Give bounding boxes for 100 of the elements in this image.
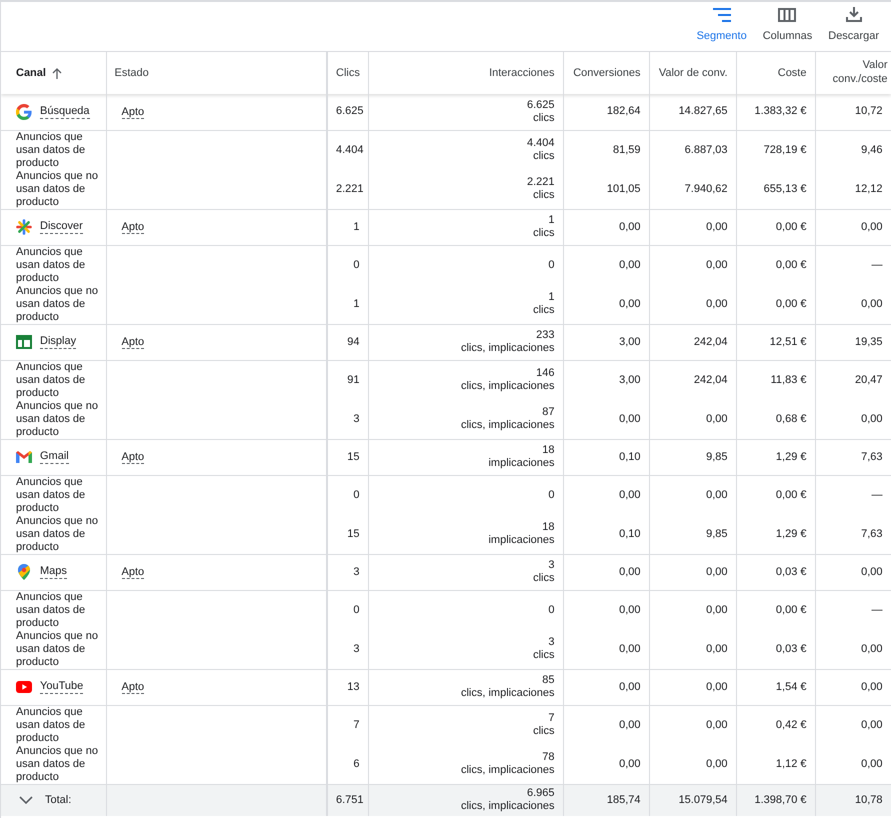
interaction-count: 78: [541, 751, 554, 764]
table-cell: 10,78: [854, 794, 882, 806]
status-text[interactable]: Apto: [122, 450, 144, 464]
interaction-type: clics: [532, 150, 554, 163]
interaction-count: 18: [541, 444, 554, 457]
segment-label: Anuncios que usan datos de producto: [16, 706, 86, 744]
table-cell: 12,12: [854, 182, 882, 194]
table-cell: 4.404: [336, 144, 364, 156]
table-cell: 1.383,32 €: [754, 105, 806, 118]
status-text[interactable]: Apto: [122, 220, 144, 234]
interaction-type: clics: [532, 189, 554, 202]
segment-label: Anuncios que no usan datos de producto: [16, 284, 98, 322]
table-cell: 0,00: [861, 412, 882, 424]
table-cell: 0,00: [706, 642, 728, 654]
table-cell: 15.079,54: [678, 794, 728, 806]
column-header[interactable]: Clics: [336, 66, 360, 80]
table-cell: 0,68 €: [776, 412, 806, 424]
table-cell: 1,29 €: [776, 450, 806, 462]
channel-link[interactable]: Display: [40, 335, 76, 349]
table-cell: 0,00: [861, 566, 882, 578]
table-cell: 13: [347, 680, 360, 692]
table-cell: 19,35: [854, 336, 882, 348]
channel-link[interactable]: Gmail: [40, 450, 69, 464]
table-cell: 0: [353, 258, 360, 270]
interaction-count: 87: [541, 406, 554, 419]
table-cell: 3,00: [619, 336, 640, 348]
video-logo-icon: [16, 681, 32, 693]
interaction-count: 3: [547, 636, 554, 649]
column-header[interactable]: Valor conv./coste: [824, 58, 888, 86]
interaction-type: clics: [532, 649, 554, 662]
table-cell: 0,00: [619, 298, 640, 310]
column-header[interactable]: Conversiones: [573, 66, 640, 80]
column-header[interactable]: Valor de conv.: [658, 66, 728, 80]
table-cell: 0,00: [861, 718, 882, 730]
sort-ascending-icon[interactable]: [52, 68, 62, 78]
table-cell: 0,00: [706, 718, 728, 730]
table-cell: 3: [353, 642, 360, 654]
table-cell: 0,00: [706, 488, 728, 500]
table-cell: 1.398,70 €: [754, 794, 806, 806]
download-button[interactable]: Descargar: [820, 6, 887, 51]
column-header[interactable]: Coste: [778, 66, 806, 80]
table-cell: 0,00: [619, 758, 640, 770]
table-cell: 7,63: [861, 450, 882, 462]
table-cell: 14.827,65: [678, 105, 728, 118]
table-cell: 1: [353, 298, 360, 310]
table-cell: —: [872, 258, 882, 270]
interaction-type: clics, implicaciones: [460, 380, 554, 393]
segment-label: Anuncios que usan datos de producto: [16, 476, 86, 514]
interaction-count: 85: [541, 674, 554, 687]
table-cell: 0,00: [619, 220, 640, 232]
interaction-count: 4.404: [526, 137, 554, 150]
channel-link[interactable]: Discover: [40, 220, 83, 234]
table-cell: 3: [353, 412, 360, 424]
table-cell: 0,03 €: [776, 642, 806, 654]
segment-label: Anuncios que no usan datos de producto: [16, 170, 98, 208]
column-header[interactable]: Estado: [114, 66, 149, 80]
gmail-logo-icon: [16, 451, 32, 463]
table-cell: 6.887,03: [684, 144, 728, 156]
segment-button[interactable]: Segmento: [688, 8, 755, 51]
table-cell: 91: [347, 374, 360, 386]
table-cell: 0,00: [619, 566, 640, 578]
channel-link[interactable]: Búsqueda: [40, 104, 90, 119]
interaction-type: clics, implicaciones: [460, 419, 554, 432]
channel-link[interactable]: YouTube: [40, 680, 84, 694]
columns-button[interactable]: Columnas: [754, 8, 820, 51]
table-cell: 1,54 €: [776, 680, 806, 692]
table-cell: 9,85: [706, 528, 728, 540]
table-cell: 6.751: [336, 794, 364, 806]
chevron-down-icon[interactable]: [19, 796, 33, 804]
status-text[interactable]: Apto: [122, 680, 144, 694]
table-cell: 0: [353, 488, 360, 500]
table-cell: 728,19 €: [764, 144, 806, 156]
interaction-type: clics: [532, 725, 554, 738]
table-cell: 0,00: [619, 680, 640, 692]
table-cell: 655,13 €: [764, 182, 806, 194]
interaction-type: clics: [532, 304, 554, 317]
asterisk-logo-icon: [16, 219, 32, 235]
interaction-count: 6.965: [526, 787, 554, 800]
table-cell: 242,04: [694, 374, 728, 386]
table-cell: 15: [347, 450, 360, 462]
table-cell: 0,00: [861, 642, 882, 654]
table-cell: 9,46: [861, 144, 882, 156]
status-text[interactable]: Apto: [122, 566, 144, 579]
total-label: Total:: [45, 793, 72, 808]
segment-label: Anuncios que no usan datos de producto: [16, 400, 98, 438]
column-header[interactable]: Canal: [16, 64, 46, 82]
segment-label: Anuncios que usan datos de producto: [16, 130, 86, 168]
interaction-type: clics, implicaciones: [460, 800, 554, 814]
table-cell: 0,00: [619, 718, 640, 730]
table-cell: 101,05: [606, 182, 640, 194]
column-header[interactable]: Interacciones: [489, 66, 554, 80]
table-cell: 3,00: [619, 374, 640, 386]
display-logo-icon: [16, 335, 32, 349]
table-cell: 242,04: [694, 336, 728, 348]
channel-link[interactable]: Maps: [40, 565, 67, 579]
status-text[interactable]: Apto: [122, 106, 144, 118]
interaction-count: 18: [541, 521, 554, 534]
status-text[interactable]: Apto: [122, 336, 144, 349]
table-cell: 0,00: [619, 258, 640, 270]
segment-icon: [712, 8, 731, 22]
